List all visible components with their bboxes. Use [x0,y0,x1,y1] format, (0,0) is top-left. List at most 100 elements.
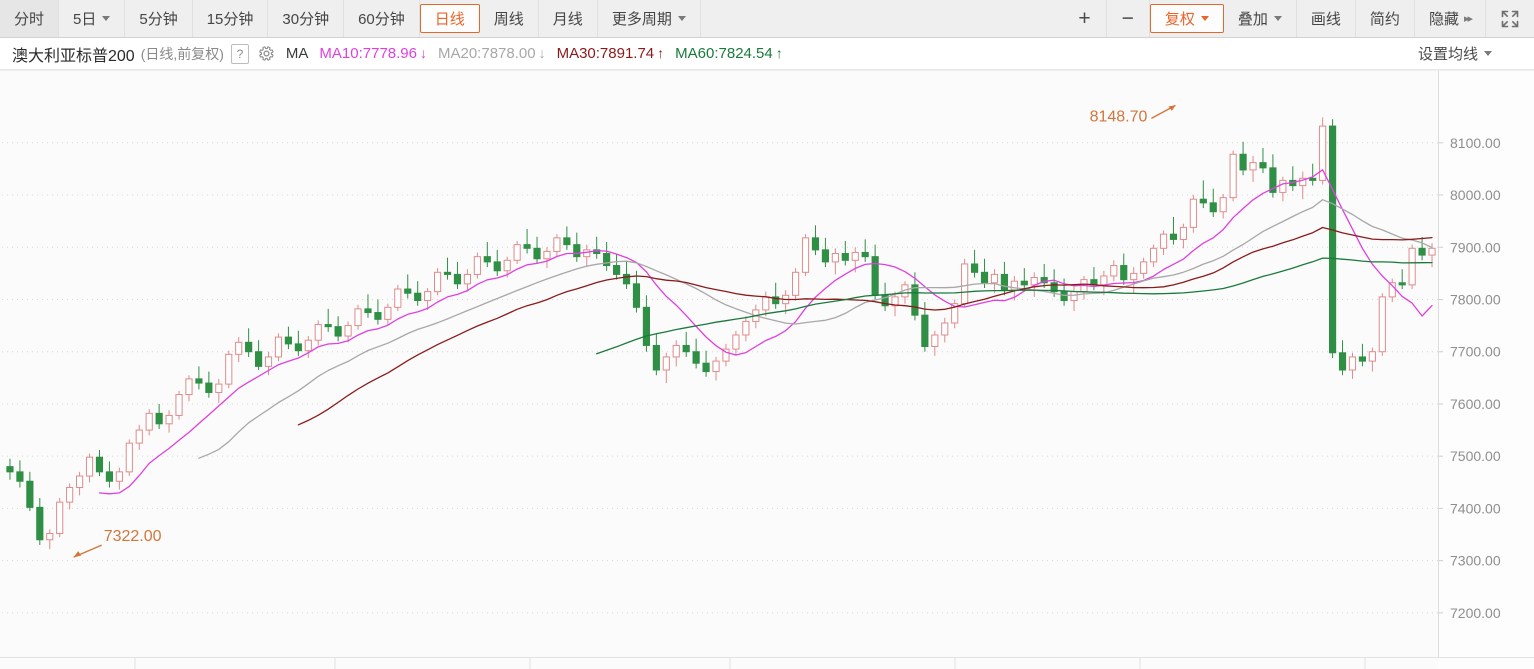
candle [1259,162,1267,169]
candle [115,471,123,482]
adjust-price[interactable]: 复权 [1149,4,1224,33]
y-axis-tick-label: 7300.00 [1450,553,1501,569]
chevron-down-icon [102,16,111,21]
y-axis-tick-label: 7800.00 [1450,291,1501,307]
period-5day[interactable]: 5日 [59,0,126,37]
zoom-in-button[interactable]: + [1063,0,1107,37]
candle [453,273,462,285]
period-monthly[interactable]: 月线 [538,0,598,37]
ma10-value: MA10:7778.96 ↓ [319,45,427,62]
set-ma-button[interactable]: 设置均线 [1418,43,1524,64]
candle [1030,277,1038,286]
candle [941,322,949,336]
high-price-label: 8148.70 [1090,108,1148,125]
candle [364,308,372,314]
ma20-value-trend-arrow: ↓ [538,45,546,61]
fullscreen-button[interactable] [1486,0,1534,37]
candle [1368,351,1376,362]
candle [145,412,153,431]
period-intraday[interactable]: 分时 [0,0,60,37]
candle [672,344,680,358]
candle [483,256,491,263]
instrument-name: 澳大利亚标普200 [12,47,135,65]
candle [1010,280,1018,291]
candle [284,336,292,345]
candle [1100,275,1108,286]
period-daily[interactable]: 日线 [419,4,480,33]
zoom-out-button[interactable]: − [1106,0,1150,37]
simple-mode[interactable]: 简约 [1355,0,1415,37]
period-5min[interactable]: 5分钟 [125,0,193,37]
draw-line[interactable]: 画线 [1296,0,1356,37]
candle [463,273,471,285]
ma30-value-text: MA30:7891.74 [556,45,655,62]
candle [513,244,521,261]
low-price-label: 7322.00 [104,528,162,545]
candle [1120,265,1128,281]
candle [26,480,34,508]
candle [543,250,551,260]
candle [712,360,720,373]
candle [56,501,64,534]
period-5min-label: 5分钟 [139,11,178,28]
candle [195,378,203,384]
period-weekly[interactable]: 周线 [479,0,539,37]
fullscreen-icon [1500,9,1520,29]
instrument-meta: (日线,前复权) [140,45,224,62]
candle [493,261,501,272]
candlestick-chart[interactable]: 8100.00 8000.00 7900.00 7800.00 7700.00 7600.… [0,70,1534,669]
candle [225,353,233,385]
tools-button-group: + − 复权 叠加 画线 简约 隐藏 ▸▸ [1063,0,1534,37]
candle [434,271,442,293]
candle [831,253,839,263]
candle [613,265,621,275]
candle [1398,282,1406,286]
candle [861,251,869,258]
candle [1140,261,1148,274]
chevron-down-icon [1200,16,1209,21]
candle [324,324,332,328]
candle [1070,291,1078,302]
overlay[interactable]: 叠加 [1223,0,1297,37]
candle [1348,356,1357,371]
candle [264,356,273,367]
period-30min[interactable]: 30分钟 [268,0,345,37]
chart-canvas[interactable]: 8100.00 8000.00 7900.00 7800.00 7700.00 7600.… [0,71,1534,669]
candle [553,237,561,252]
candle [16,471,24,482]
gear-icon[interactable] [258,45,275,62]
candle [414,292,422,302]
y-axis-tick-label: 8100.00 [1450,135,1501,151]
candle [105,471,113,482]
period-daily-label: 日线 [434,11,465,28]
candle [533,247,541,260]
candle [1378,296,1386,353]
candle [652,344,660,371]
period-60min-label: 60分钟 [358,11,405,28]
candle [6,466,14,473]
period-15min[interactable]: 15分钟 [192,0,269,37]
candle [1159,233,1168,249]
candle [274,336,283,358]
candle [931,334,939,347]
period-60min[interactable]: 60分钟 [344,0,420,37]
candle [205,382,213,393]
candle [1309,177,1317,181]
candle [125,442,133,473]
hide-panel[interactable]: 隐藏 ▸▸ [1414,0,1486,37]
ma20-value: MA20:7878.00 ↓ [438,45,546,62]
candle [1219,197,1227,213]
candle [344,325,352,337]
ma10-value-trend-arrow: ↓ [420,45,427,61]
candle [394,288,402,308]
candle [841,253,849,261]
period-more[interactable]: 更多周期 [597,0,701,37]
help-icon[interactable]: ? [230,43,249,64]
candle [374,312,382,320]
candle [821,249,829,263]
candle [85,456,94,477]
candle [304,339,312,352]
candle [245,341,253,353]
indicator-label: MA [285,45,309,62]
